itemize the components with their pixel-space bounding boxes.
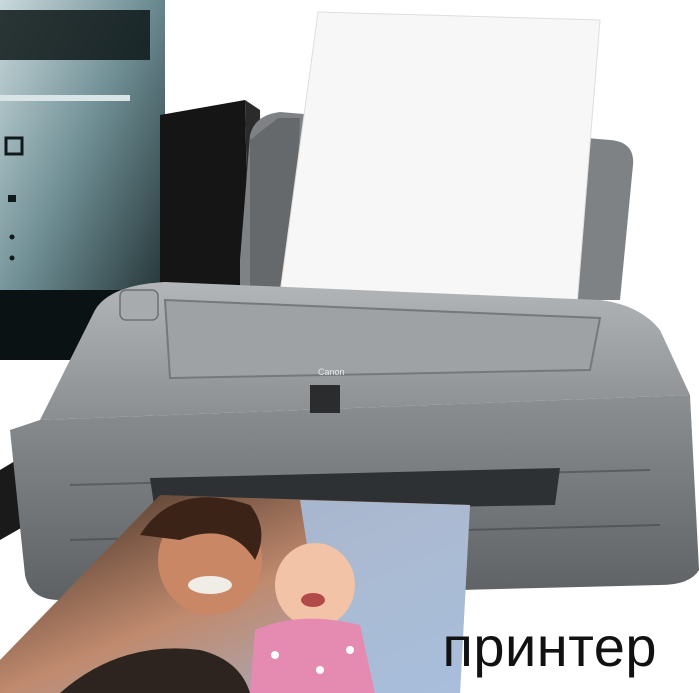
caption-printer: принтер <box>442 615 657 678</box>
control-panel <box>119 289 159 321</box>
printer-photo-scene: Canon <box>0 0 699 693</box>
blank-paper-sheet <box>274 11 601 331</box>
canon-logo-icon <box>310 385 340 413</box>
brand-mark: Canon <box>318 367 345 377</box>
